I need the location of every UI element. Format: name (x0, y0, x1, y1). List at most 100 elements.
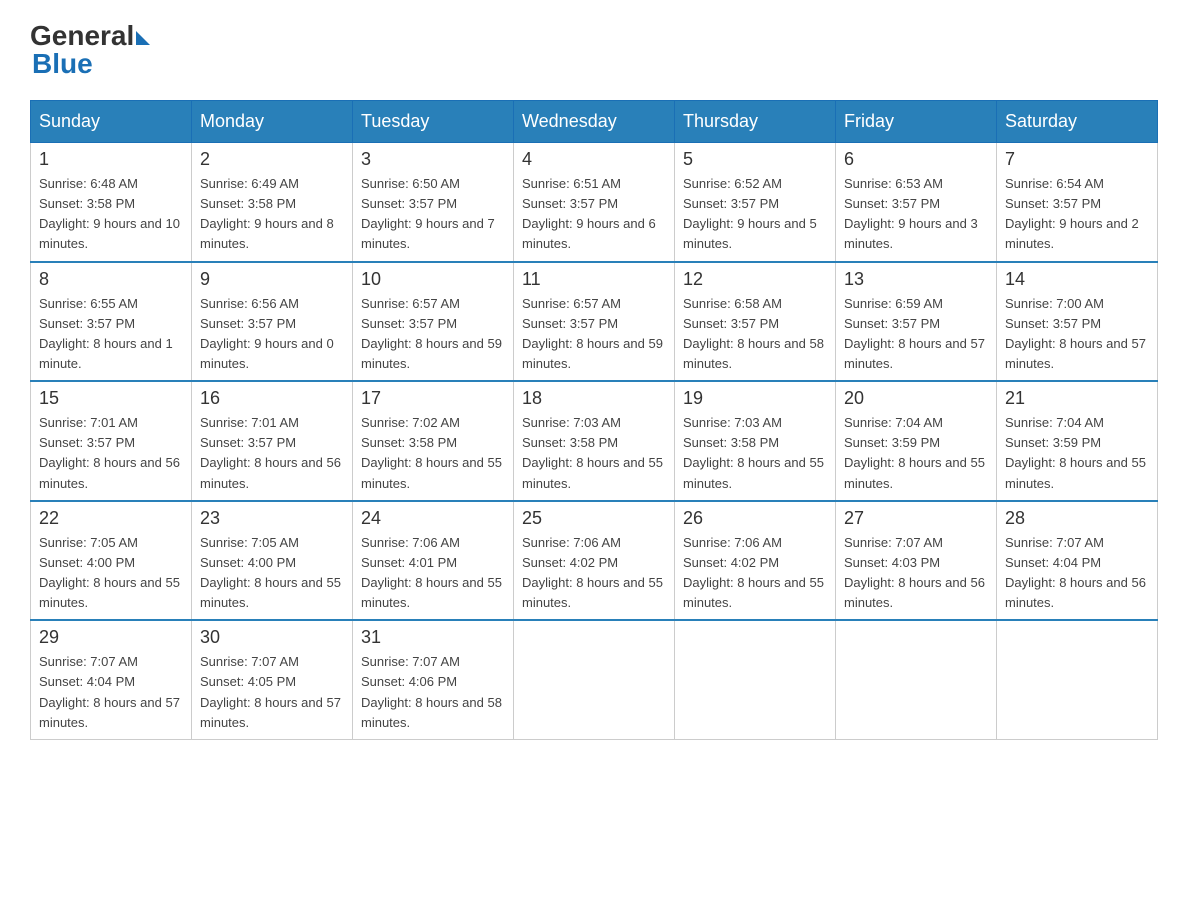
calendar-cell: 23 Sunrise: 7:05 AMSunset: 4:00 PMDayligh… (192, 501, 353, 621)
day-info: Sunrise: 6:48 AMSunset: 3:58 PMDaylight:… (39, 174, 183, 255)
day-info: Sunrise: 6:59 AMSunset: 3:57 PMDaylight:… (844, 294, 988, 375)
day-info: Sunrise: 7:07 AMSunset: 4:04 PMDaylight:… (39, 652, 183, 733)
page-header: General Blue (30, 20, 1158, 80)
day-info: Sunrise: 7:05 AMSunset: 4:00 PMDaylight:… (39, 533, 183, 614)
day-number: 20 (844, 388, 988, 409)
day-number: 22 (39, 508, 183, 529)
day-info: Sunrise: 7:00 AMSunset: 3:57 PMDaylight:… (1005, 294, 1149, 375)
calendar-cell: 10Sunrise: 6:57 AMSunset: 3:57 PMDayligh… (353, 262, 514, 382)
day-number: 23 (200, 508, 344, 529)
calendar-cell: 30Sunrise: 7:07 AMSunset: 4:05 PMDayligh… (192, 620, 353, 739)
day-info: Sunrise: 6:50 AMSunset: 3:57 PMDaylight:… (361, 174, 505, 255)
day-number: 2 (200, 149, 344, 170)
day-number: 5 (683, 149, 827, 170)
day-info: Sunrise: 6:57 AMSunset: 3:57 PMDaylight:… (361, 294, 505, 375)
calendar-cell: 29 Sunrise: 7:07 AMSunset: 4:04 PMDayligh… (31, 620, 192, 739)
calendar-cell: 11Sunrise: 6:57 AMSunset: 3:57 PMDayligh… (514, 262, 675, 382)
calendar-week-row: 8 Sunrise: 6:55 AMSunset: 3:57 PMDaylight… (31, 262, 1158, 382)
logo-blue-text: Blue (30, 48, 93, 80)
col-header-wednesday: Wednesday (514, 101, 675, 143)
day-info: Sunrise: 7:01 AMSunset: 3:57 PMDaylight:… (200, 413, 344, 494)
col-header-tuesday: Tuesday (353, 101, 514, 143)
day-info: Sunrise: 6:53 AMSunset: 3:57 PMDaylight:… (844, 174, 988, 255)
day-info: Sunrise: 6:56 AMSunset: 3:57 PMDaylight:… (200, 294, 344, 375)
calendar-cell (997, 620, 1158, 739)
calendar-week-row: 1 Sunrise: 6:48 AMSunset: 3:58 PMDaylight… (31, 143, 1158, 262)
calendar-cell: 28Sunrise: 7:07 AMSunset: 4:04 PMDayligh… (997, 501, 1158, 621)
col-header-thursday: Thursday (675, 101, 836, 143)
day-info: Sunrise: 7:06 AMSunset: 4:02 PMDaylight:… (522, 533, 666, 614)
calendar-cell: 21 Sunrise: 7:04 AMSunset: 3:59 PMDayligh… (997, 381, 1158, 501)
day-number: 7 (1005, 149, 1149, 170)
calendar-cell: 4Sunrise: 6:51 AMSunset: 3:57 PMDaylight… (514, 143, 675, 262)
calendar-cell: 12 Sunrise: 6:58 AMSunset: 3:57 PMDayligh… (675, 262, 836, 382)
calendar-cell: 26Sunrise: 7:06 AMSunset: 4:02 PMDayligh… (675, 501, 836, 621)
day-number: 9 (200, 269, 344, 290)
day-info: Sunrise: 6:57 AMSunset: 3:57 PMDaylight:… (522, 294, 666, 375)
calendar-table: SundayMondayTuesdayWednesdayThursdayFrid… (30, 100, 1158, 740)
calendar-week-row: 15 Sunrise: 7:01 AMSunset: 3:57 PMDayligh… (31, 381, 1158, 501)
day-info: Sunrise: 6:55 AMSunset: 3:57 PMDaylight:… (39, 294, 183, 375)
day-info: Sunrise: 6:49 AMSunset: 3:58 PMDaylight:… (200, 174, 344, 255)
day-number: 24 (361, 508, 505, 529)
day-info: Sunrise: 7:05 AMSunset: 4:00 PMDaylight:… (200, 533, 344, 614)
calendar-cell: 20 Sunrise: 7:04 AMSunset: 3:59 PMDayligh… (836, 381, 997, 501)
calendar-cell: 8 Sunrise: 6:55 AMSunset: 3:57 PMDaylight… (31, 262, 192, 382)
calendar-header-row: SundayMondayTuesdayWednesdayThursdayFrid… (31, 101, 1158, 143)
calendar-cell: 1 Sunrise: 6:48 AMSunset: 3:58 PMDaylight… (31, 143, 192, 262)
col-header-friday: Friday (836, 101, 997, 143)
day-number: 14 (1005, 269, 1149, 290)
calendar-cell: 3 Sunrise: 6:50 AMSunset: 3:57 PMDaylight… (353, 143, 514, 262)
calendar-cell (836, 620, 997, 739)
day-info: Sunrise: 7:03 AMSunset: 3:58 PMDaylight:… (522, 413, 666, 494)
day-info: Sunrise: 7:04 AMSunset: 3:59 PMDaylight:… (1005, 413, 1149, 494)
day-number: 19 (683, 388, 827, 409)
calendar-cell: 27 Sunrise: 7:07 AMSunset: 4:03 PMDayligh… (836, 501, 997, 621)
day-info: Sunrise: 7:07 AMSunset: 4:03 PMDaylight:… (844, 533, 988, 614)
day-number: 16 (200, 388, 344, 409)
logo-arrow-icon (136, 31, 150, 45)
calendar-cell: 24 Sunrise: 7:06 AMSunset: 4:01 PMDayligh… (353, 501, 514, 621)
day-info: Sunrise: 6:52 AMSunset: 3:57 PMDaylight:… (683, 174, 827, 255)
day-info: Sunrise: 7:04 AMSunset: 3:59 PMDaylight:… (844, 413, 988, 494)
day-number: 25 (522, 508, 666, 529)
calendar-cell: 18Sunrise: 7:03 AMSunset: 3:58 PMDayligh… (514, 381, 675, 501)
calendar-cell (514, 620, 675, 739)
day-info: Sunrise: 7:02 AMSunset: 3:58 PMDaylight:… (361, 413, 505, 494)
day-number: 30 (200, 627, 344, 648)
day-number: 12 (683, 269, 827, 290)
day-number: 26 (683, 508, 827, 529)
calendar-cell: 19Sunrise: 7:03 AMSunset: 3:58 PMDayligh… (675, 381, 836, 501)
calendar-cell: 9 Sunrise: 6:56 AMSunset: 3:57 PMDaylight… (192, 262, 353, 382)
calendar-cell: 31 Sunrise: 7:07 AMSunset: 4:06 PMDayligh… (353, 620, 514, 739)
calendar-cell: 6 Sunrise: 6:53 AMSunset: 3:57 PMDaylight… (836, 143, 997, 262)
day-number: 4 (522, 149, 666, 170)
day-number: 29 (39, 627, 183, 648)
day-number: 27 (844, 508, 988, 529)
calendar-cell (675, 620, 836, 739)
day-info: Sunrise: 6:54 AMSunset: 3:57 PMDaylight:… (1005, 174, 1149, 255)
day-number: 8 (39, 269, 183, 290)
calendar-cell: 16 Sunrise: 7:01 AMSunset: 3:57 PMDayligh… (192, 381, 353, 501)
day-number: 21 (1005, 388, 1149, 409)
calendar-cell: 7 Sunrise: 6:54 AMSunset: 3:57 PMDaylight… (997, 143, 1158, 262)
calendar-cell: 15 Sunrise: 7:01 AMSunset: 3:57 PMDayligh… (31, 381, 192, 501)
day-info: Sunrise: 7:06 AMSunset: 4:01 PMDaylight:… (361, 533, 505, 614)
day-info: Sunrise: 7:07 AMSunset: 4:04 PMDaylight:… (1005, 533, 1149, 614)
day-info: Sunrise: 7:01 AMSunset: 3:57 PMDaylight:… (39, 413, 183, 494)
calendar-cell: 17 Sunrise: 7:02 AMSunset: 3:58 PMDayligh… (353, 381, 514, 501)
day-info: Sunrise: 6:58 AMSunset: 3:57 PMDaylight:… (683, 294, 827, 375)
day-number: 1 (39, 149, 183, 170)
day-number: 13 (844, 269, 988, 290)
col-header-monday: Monday (192, 101, 353, 143)
calendar-cell: 2 Sunrise: 6:49 AMSunset: 3:58 PMDaylight… (192, 143, 353, 262)
calendar-cell: 14 Sunrise: 7:00 AMSunset: 3:57 PMDayligh… (997, 262, 1158, 382)
day-number: 6 (844, 149, 988, 170)
day-info: Sunrise: 7:07 AMSunset: 4:06 PMDaylight:… (361, 652, 505, 733)
day-number: 31 (361, 627, 505, 648)
day-number: 3 (361, 149, 505, 170)
calendar-cell: 13 Sunrise: 6:59 AMSunset: 3:57 PMDayligh… (836, 262, 997, 382)
day-number: 15 (39, 388, 183, 409)
day-number: 17 (361, 388, 505, 409)
calendar-week-row: 29 Sunrise: 7:07 AMSunset: 4:04 PMDayligh… (31, 620, 1158, 739)
